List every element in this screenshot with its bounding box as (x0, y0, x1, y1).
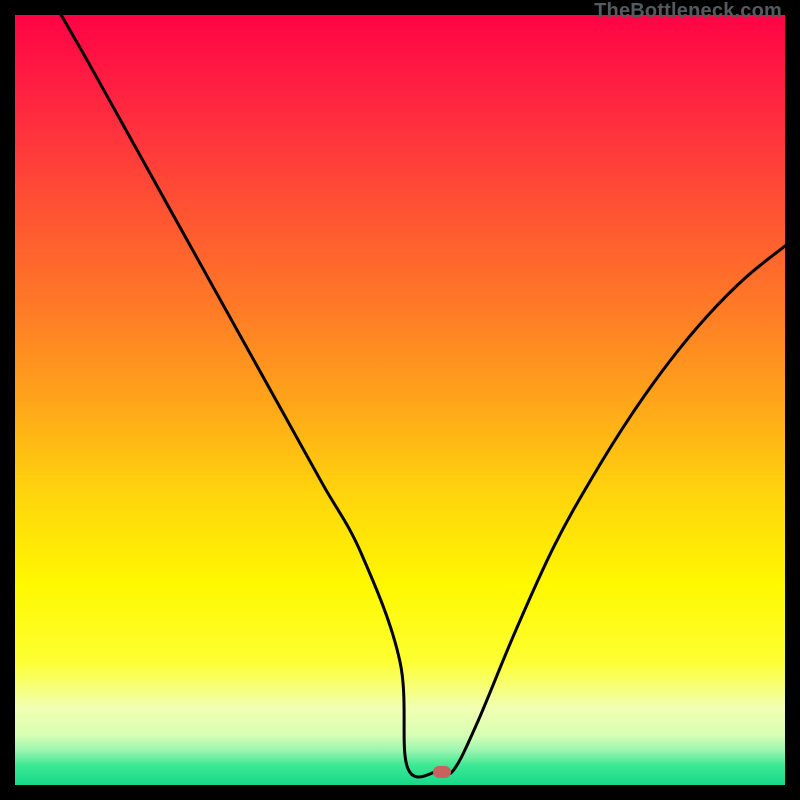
plot-area (15, 15, 785, 785)
chart-frame: TheBottleneck.com (0, 0, 800, 800)
watermark-label: TheBottleneck.com (594, 0, 782, 23)
bottleneck-curve (15, 15, 785, 785)
bottleneck-marker (433, 766, 451, 778)
